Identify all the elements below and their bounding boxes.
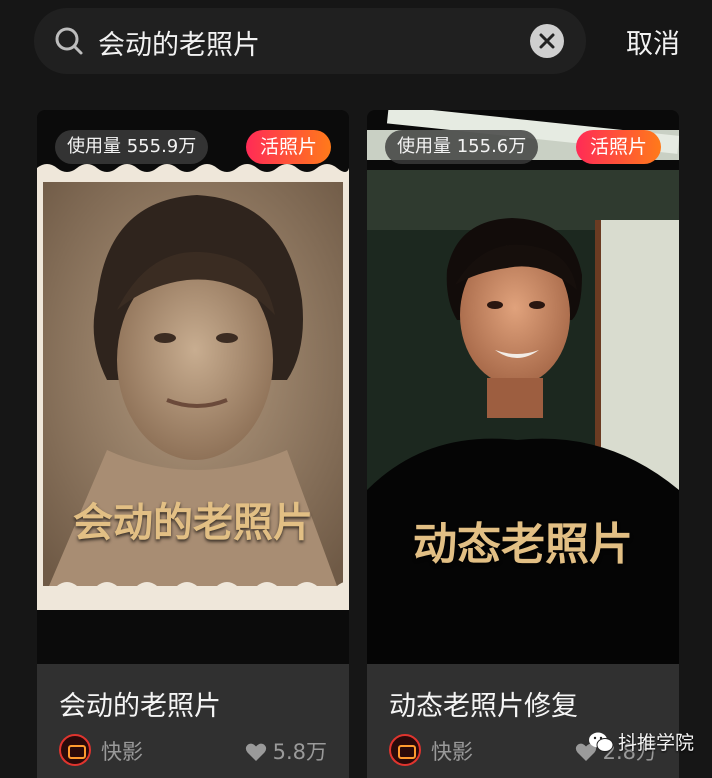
heart-icon — [245, 743, 266, 761]
old-photo-woman-image — [37, 110, 349, 664]
wechat-icon — [589, 732, 614, 752]
usage-count-badge: 使用量 555.9万 — [55, 130, 209, 164]
author-name[interactable]: 快影 — [101, 736, 143, 766]
search-icon — [54, 26, 84, 56]
close-icon — [539, 33, 555, 49]
cancel-button[interactable]: 取消 — [626, 22, 680, 61]
card-title[interactable]: 会动的老照片 — [59, 684, 221, 723]
watermark-text: 抖推学院 — [618, 732, 695, 754]
usage-count-badge: 使用量 155.6万 — [385, 130, 539, 164]
live-photo-badge: 活照片 — [245, 130, 331, 164]
template-card[interactable]: 会动的老照片 使用量 555.9万 活照片 会动的老照片 快影 5.8万 — [37, 110, 349, 778]
kuaiying-logo-icon — [59, 734, 91, 766]
likes-count: 5.8万 — [245, 736, 327, 766]
likes-value: 5.8万 — [272, 740, 327, 764]
watermark: 抖推学院 — [588, 728, 694, 755]
card-overlay-title: 会动的老照片 — [73, 499, 313, 546]
card-thumbnail[interactable]: 会动的老照片 — [37, 110, 349, 664]
card-thumbnail[interactable]: 动态老照片 — [367, 110, 679, 664]
search-input[interactable] — [96, 18, 540, 66]
old-photo-man-image — [367, 110, 679, 664]
template-card[interactable]: 动态老照片 使用量 155.6万 活照片 动态老照片修复 快影 2.8万 — [367, 110, 679, 778]
card-title[interactable]: 动态老照片修复 — [389, 684, 578, 723]
clear-search-button[interactable] — [530, 24, 564, 58]
search-bar[interactable] — [34, 8, 586, 74]
kuaiying-logo-icon — [389, 734, 421, 766]
author-name[interactable]: 快影 — [431, 736, 473, 766]
card-overlay-title: 动态老照片 — [413, 519, 633, 570]
live-photo-badge: 活照片 — [575, 130, 661, 164]
